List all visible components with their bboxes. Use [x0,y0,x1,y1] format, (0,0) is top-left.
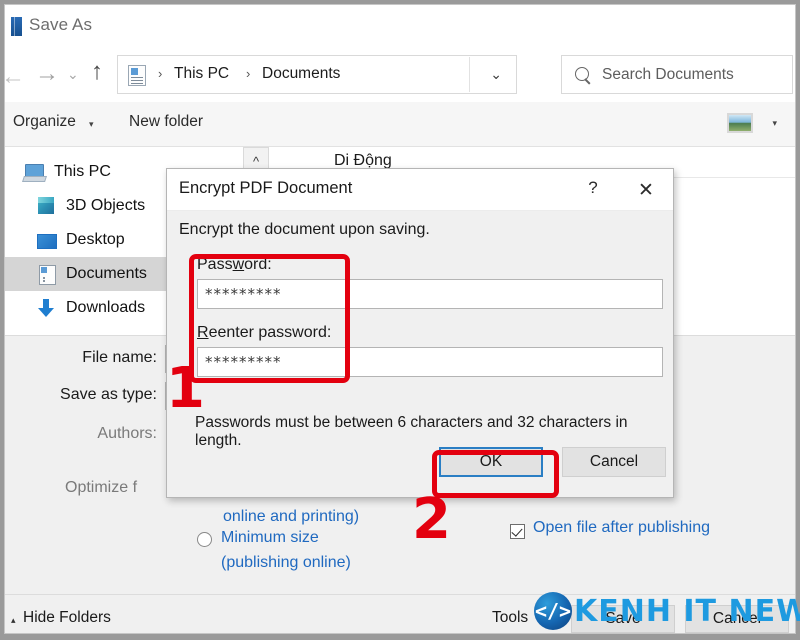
this-pc-icon [23,161,45,183]
annotation-marker-1: 1 [166,356,205,421]
back-icon[interactable]: ← [5,65,25,89]
password-length-hint: Passwords must be between 6 characters a… [195,414,628,449]
annotation-marker-2: 2 [412,487,451,552]
view-layout-icon[interactable] [727,113,753,133]
password-label-pre: Pass [197,256,233,273]
desktop-icon [35,229,57,251]
address-divider [469,57,470,92]
open-file-after-publishing-checkbox[interactable] [510,524,525,539]
breadcrumb-documents[interactable]: Documents [262,65,340,83]
password-value: ********* [205,285,282,303]
tools-button[interactable]: Tools [492,609,528,627]
chevron-up-icon[interactable]: ▴ [11,615,16,626]
optimize-minimum-sublabel: (publishing online) [221,554,351,571]
open-file-after-publishing-label[interactable]: Open file after publishing [533,519,710,537]
cube-icon [35,195,57,217]
documents-folder-icon [128,65,146,86]
recent-locations-icon[interactable]: ⌄ [67,67,79,81]
sidebar-item-label: Documents [66,265,147,282]
reenter-password-label: Reenter password: [197,324,331,342]
breadcrumb-separator: › [158,66,163,81]
organize-button[interactable]: Organize [13,113,76,131]
authors-label: Authors: [97,425,157,442]
sidebar-item-label: Downloads [66,299,146,316]
breadcrumb-this-pc[interactable]: This PC [174,65,229,83]
encrypt-dialog-titlebar: Encrypt PDF Document ? ✕ [167,169,673,211]
cancel-button[interactable]: Cancel [685,605,789,633]
chevron-down-icon-tools[interactable]: ▾ [546,615,551,626]
password-input[interactable]: ********* [197,279,663,309]
save-as-type-label: Save as type: [60,386,157,403]
search-icon [575,67,589,81]
reenter-password-input[interactable]: ********* [197,347,663,377]
dialog-footer: ▴ Hide Folders Tools ▾ Save Cancel [5,594,795,633]
encrypt-pdf-dialog: Encrypt PDF Document ? ✕ Encrypt the doc… [166,168,674,498]
new-folder-button[interactable]: New folder [129,113,203,131]
window-titlebar: Save As [5,5,795,47]
chevron-down-icon[interactable]: ▾ [89,119,94,130]
up-icon[interactable]: ↑ [91,60,103,84]
optimize-minimum-label[interactable]: Minimum size [221,529,319,547]
encrypt-dialog-subtitle: Encrypt the document upon saving. [179,221,430,238]
hide-folders-button[interactable]: Hide Folders [23,609,111,627]
download-icon [35,297,57,319]
breadcrumb-separator-2: › [246,66,251,81]
file-name-label: File name: [82,349,157,366]
optimize-standard-sublabel: online and printing) [223,508,360,525]
dialog-cancel-button[interactable]: Cancel [562,447,666,477]
reenter-label-post: eenter password: [208,324,332,341]
reenter-label-accel: R [197,324,209,341]
password-label-accel: w [232,256,245,273]
chevron-down-icon-view[interactable]: ▾ [772,118,777,129]
sidebar-item-label: Desktop [66,231,125,248]
password-label: Password: [197,256,272,274]
navigation-bar: ← → ⌄ ↑ › This PC › Documents ⌄ ↻ Search… [5,47,795,102]
password-label-post: ord: [244,256,272,273]
ok-button[interactable]: OK [439,447,543,477]
chevron-down-icon[interactable]: ⌄ [490,66,502,83]
reenter-password-value: ********* [205,353,282,371]
address-bar[interactable]: › This PC › Documents ⌄ [117,55,517,94]
sidebar-item-label: This PC [54,163,111,180]
close-icon[interactable]: ✕ [629,178,663,202]
window-icon [11,17,22,36]
optimize-minimum-radio[interactable] [197,532,212,547]
window-title: Save As [29,15,93,34]
forward-icon[interactable]: → [35,62,59,86]
encrypt-dialog-title: Encrypt PDF Document [179,179,353,197]
document-icon [35,263,57,285]
help-icon[interactable]: ? [579,178,607,202]
search-input[interactable]: Search Documents [602,66,734,84]
screenshot-root: Save As ← → ⌄ ↑ › This PC › Documents ⌄ … [0,0,800,640]
save-button[interactable]: Save [571,605,675,633]
search-box[interactable]: Search Documents [561,55,793,94]
sidebar-item-label: 3D Objects [66,197,146,214]
command-bar: Organize ▾ New folder ▾ [5,102,795,147]
